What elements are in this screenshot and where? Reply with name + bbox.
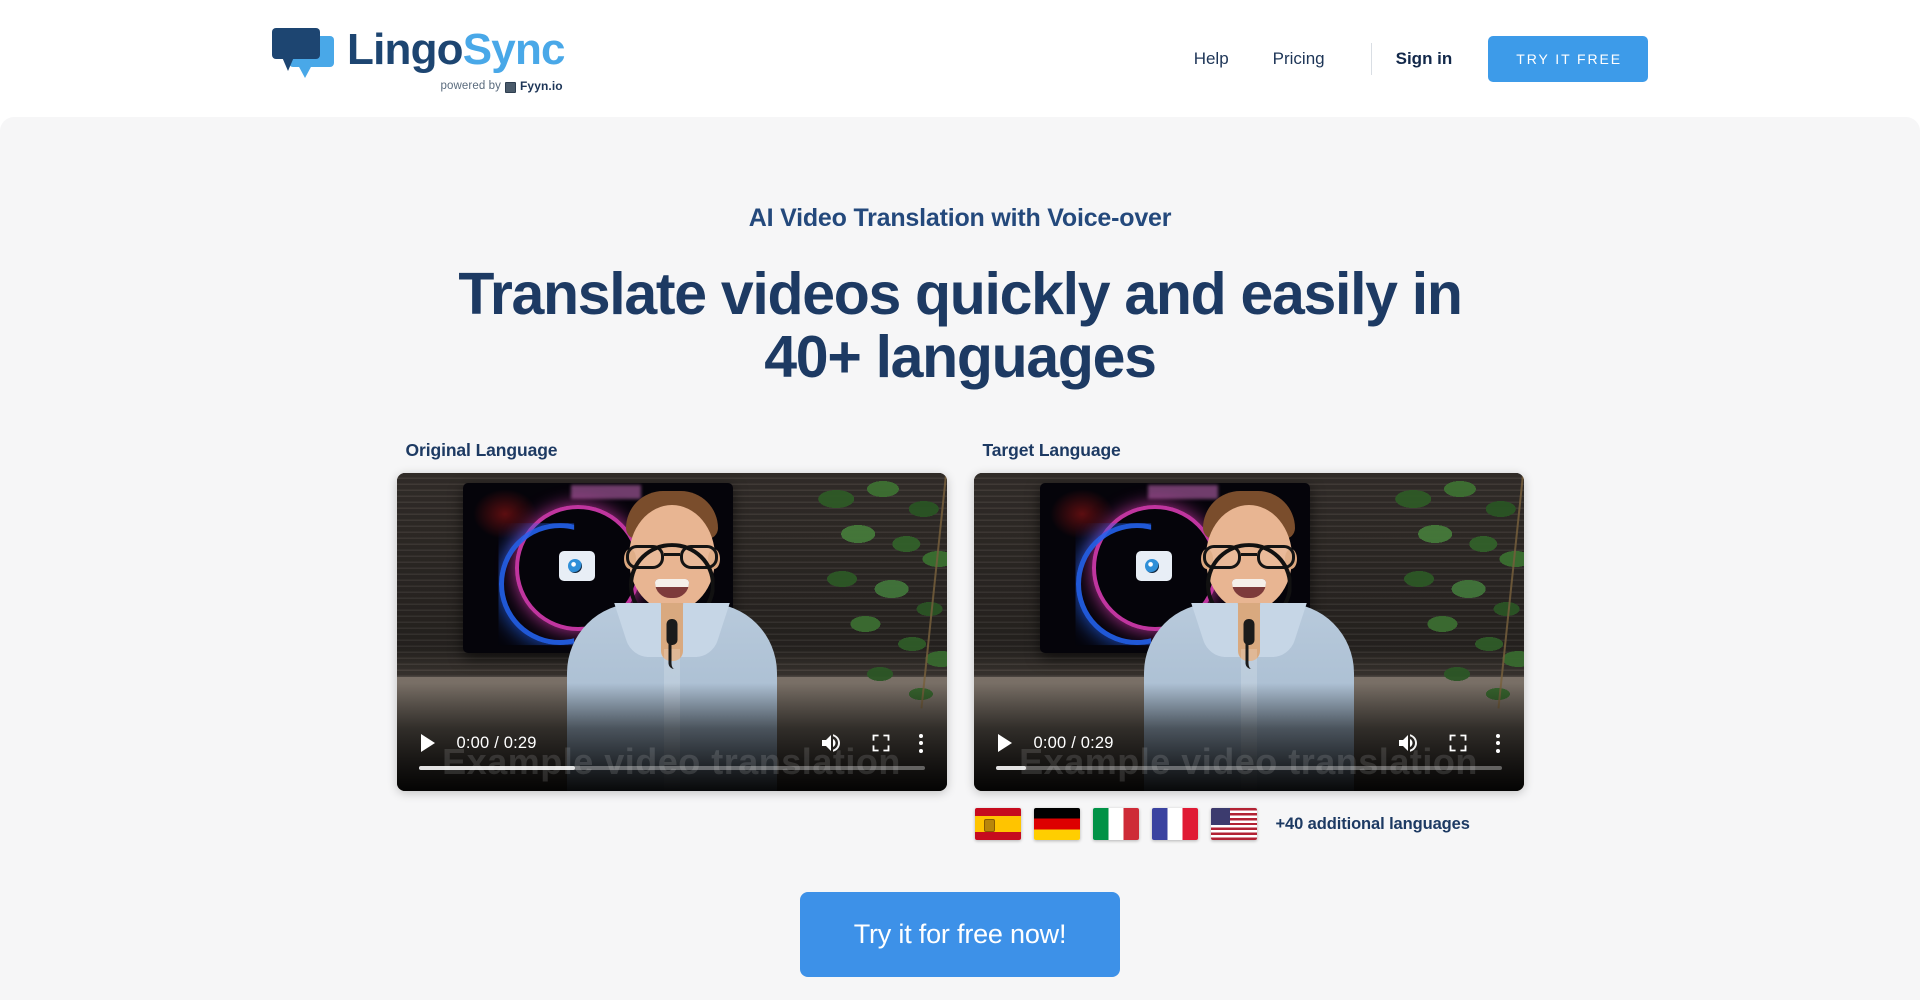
nav-link-pricing[interactable]: Pricing (1251, 49, 1347, 69)
nav-divider (1371, 43, 1372, 75)
original-language-label: Original Language (397, 440, 947, 461)
original-language-column: Original Language (397, 440, 947, 840)
target-language-label: Target Language (974, 440, 1524, 461)
original-video-player[interactable]: Example video translation 0:00 / 0:29 (397, 473, 947, 791)
sign-in-link[interactable]: Sign in (1396, 49, 1453, 69)
logo-text-primary: Lingo (347, 25, 463, 74)
target-language-column: Target Language (974, 440, 1524, 840)
video-progress-bar[interactable] (996, 766, 1502, 770)
logo[interactable]: LingoSync powered by Fyyn.io (272, 28, 565, 93)
video-timestamp: 0:00 / 0:29 (457, 734, 537, 753)
nav-link-help[interactable]: Help (1172, 49, 1251, 69)
logo-row: LingoSync (272, 28, 565, 72)
site-header: LingoSync powered by Fyyn.io Help Pricin… (0, 0, 1920, 117)
flag-icon-italy[interactable] (1093, 808, 1139, 840)
flag-icon-france[interactable] (1152, 808, 1198, 840)
play-icon[interactable] (419, 734, 435, 752)
video-controls: 0:00 / 0:29 (397, 729, 947, 757)
volume-icon[interactable] (1396, 731, 1420, 755)
fullscreen-icon[interactable] (871, 733, 891, 753)
powered-by-label: powered by (441, 80, 501, 92)
lapel-mic (1243, 619, 1254, 645)
more-options-icon[interactable] (1496, 734, 1500, 753)
video-controls: 0:00 / 0:29 (974, 729, 1524, 757)
fullscreen-icon[interactable] (1448, 733, 1468, 753)
video-progress-bar[interactable] (419, 766, 925, 770)
lapel-mic (666, 619, 677, 645)
try-it-free-button[interactable]: TRY IT FREE (1488, 36, 1648, 82)
hero-eyebrow: AI Video Translation with Voice-over (0, 204, 1920, 233)
main-navigation: Help Pricing Sign in TRY IT FREE (1172, 36, 1648, 82)
play-icon[interactable] (996, 734, 1012, 752)
flag-icon-united-states[interactable] (1211, 808, 1257, 840)
more-options-icon[interactable] (919, 734, 923, 753)
headline-line-2: 40+ languages (764, 324, 1155, 390)
page-title: Translate videos quickly and easily in 4… (0, 263, 1920, 388)
supported-languages: +40 additional languages (974, 808, 1524, 840)
target-video-player[interactable]: Example video translation 0:00 / 0:29 (974, 473, 1524, 791)
cta-container: Try it for free now! (0, 892, 1920, 977)
logo-text-secondary: Sync (463, 25, 565, 74)
fyyn-logo-icon (505, 82, 516, 93)
additional-languages-note: +40 additional languages (1276, 815, 1470, 834)
try-it-for-free-button[interactable]: Try it for free now! (800, 892, 1121, 977)
speech-bubble-icon (272, 28, 334, 72)
hero-section: AI Video Translation with Voice-over Tra… (0, 117, 1920, 1000)
flag-icon-spain[interactable] (975, 808, 1021, 840)
logo-text: LingoSync (347, 28, 565, 72)
video-comparison: Original Language (0, 440, 1920, 840)
video-buffer-bar (419, 766, 576, 770)
volume-icon[interactable] (819, 731, 843, 755)
flag-icon-germany[interactable] (1034, 808, 1080, 840)
powered-by-name: Fyyn.io (520, 79, 563, 93)
video-timestamp: 0:00 / 0:29 (1034, 734, 1114, 753)
headline-line-1: Translate videos quickly and easily in (458, 261, 1461, 327)
powered-by: powered by Fyyn.io (272, 79, 565, 93)
video-buffer-bar (996, 766, 1026, 770)
